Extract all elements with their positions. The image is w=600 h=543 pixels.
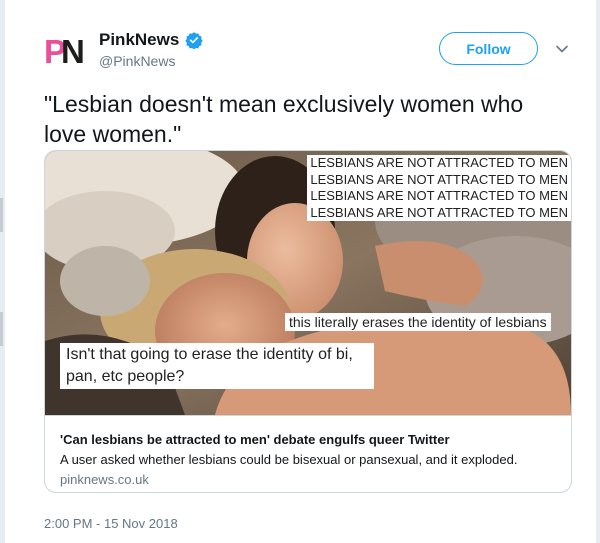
account-handle[interactable]: @PinkNews xyxy=(99,53,175,69)
account-name-row[interactable]: PinkNews xyxy=(99,30,204,50)
tweet-timestamp[interactable]: 2:00 PM - 15 Nov 2018 xyxy=(44,516,178,531)
image-caption-middle: this literally erases the identity of le… xyxy=(285,313,551,331)
edge-marker xyxy=(0,312,3,346)
image-caption-repeated: LESBIANS ARE NOT ATTRACTED TO MEN LESBIA… xyxy=(307,155,571,221)
window-edge-right xyxy=(596,0,600,543)
follow-button[interactable]: Follow xyxy=(439,32,538,65)
svg-text:N: N xyxy=(61,34,85,68)
chevron-down-icon[interactable] xyxy=(555,42,569,56)
caption-line: LESBIANS ARE NOT ATTRACTED TO MEN xyxy=(310,171,568,187)
link-card[interactable]: LESBIANS ARE NOT ATTRACTED TO MEN LESBIA… xyxy=(44,150,572,493)
image-caption-lower: Isn't that going to erase the identity o… xyxy=(60,343,374,389)
card-image[interactable]: LESBIANS ARE NOT ATTRACTED TO MEN LESBIA… xyxy=(45,151,571,415)
caption-line: LESBIANS ARE NOT ATTRACTED TO MEN xyxy=(310,188,568,203)
account-name[interactable]: PinkNews xyxy=(99,30,179,50)
edge-marker xyxy=(0,198,3,232)
tweet-text: "Lesbian doesn't mean exclusively women … xyxy=(44,91,524,147)
verified-badge-icon xyxy=(185,32,204,49)
card-title[interactable]: 'Can lesbians be attracted to men' debat… xyxy=(60,432,450,447)
caption-line: LESBIANS ARE NOT ATTRACTED TO MEN xyxy=(310,204,568,220)
tweet: P N PinkNews @PinkNews Follow "Lesbian d… xyxy=(5,0,596,543)
card-description: A user asked whether lesbians could be b… xyxy=(60,452,518,467)
caption-line: LESBIANS ARE NOT ATTRACTED TO MEN xyxy=(310,155,568,170)
card-body[interactable]: 'Can lesbians be attracted to men' debat… xyxy=(45,415,571,492)
pinknews-logo[interactable]: P N xyxy=(44,34,86,68)
card-domain: pinknews.co.uk xyxy=(60,472,149,487)
